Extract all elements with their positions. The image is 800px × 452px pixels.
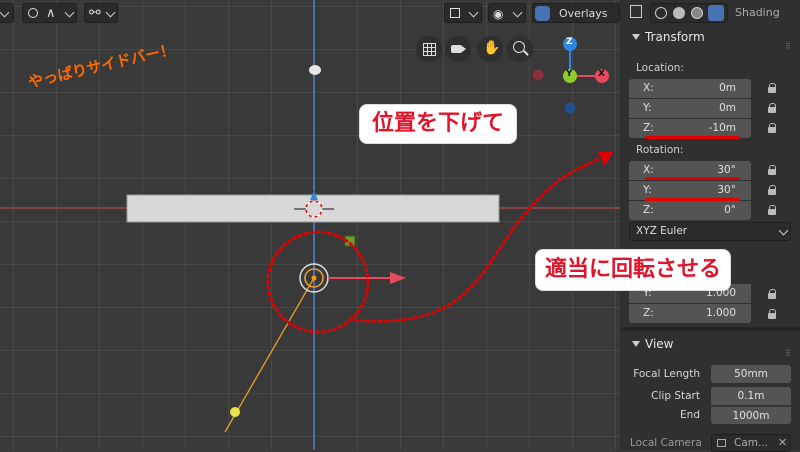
eye-gizmo-icon: ◉ (493, 7, 504, 21)
camera-icon (451, 45, 462, 53)
drag-handle-icon[interactable]: ⠿ (785, 341, 792, 367)
clear-icon[interactable]: ✕ (778, 435, 787, 451)
collapse-arrow-icon (632, 341, 640, 347)
wireframe-shading-icon[interactable] (655, 7, 667, 19)
rotation-mode-select[interactable]: XYZ Euler (629, 222, 791, 241)
object-types-visibility-dropdown[interactable] (444, 3, 482, 23)
annotation-arrowhead (598, 152, 613, 166)
rotation-mode-value: XYZ Euler (636, 225, 688, 237)
x-move-arrowhead (390, 272, 406, 284)
overlays-label: Overlays (559, 7, 608, 20)
grid-icon (423, 43, 436, 56)
field-value: 0° (724, 204, 736, 216)
lock-scale-z-icon[interactable] (768, 309, 776, 319)
light-object (309, 65, 321, 75)
camera-icon (717, 439, 726, 447)
overlays-dropdown[interactable]: Overlays (532, 3, 620, 23)
lock-rotation-x-icon[interactable] (768, 165, 776, 175)
pan-view-button[interactable]: ✋ (477, 36, 503, 62)
gizmo-z-label: Z (566, 37, 573, 47)
rotation-z-field[interactable]: Z: 0° (629, 201, 751, 220)
scale-z-field[interactable]: Z: 1.000 (629, 304, 751, 323)
falloff-icon: ∧ (46, 6, 56, 21)
field-value: 1.000 (705, 307, 736, 319)
snap-dropdown[interactable]: ∧ (22, 3, 77, 23)
pivot-icon (28, 8, 38, 18)
lock-scale-y-icon[interactable] (768, 289, 776, 299)
gizmo-dropdown[interactable]: ◉ (488, 3, 526, 23)
axis-label: Z: (643, 204, 654, 216)
annotation-curved-arrow (353, 156, 602, 323)
shading-dropdown-label[interactable]: Shading (735, 6, 780, 19)
gizmo-neg-x-handle (532, 69, 544, 81)
lock-location-x-icon[interactable] (768, 83, 776, 93)
local-camera-field[interactable]: Cam... ✕ (711, 434, 791, 452)
focal-length-field[interactable]: 50mm (711, 365, 791, 383)
view-title: View (645, 337, 674, 351)
axis-label: Z: (643, 307, 654, 319)
local-camera-value: Cam... (734, 437, 769, 449)
clip-end-label: End (680, 409, 700, 421)
view-section-header[interactable]: View ⠿ (620, 331, 800, 358)
location-y-field[interactable]: Y: 0m (629, 99, 751, 118)
lock-location-z-icon[interactable] (768, 123, 776, 133)
annotation-dotted-circle (266, 230, 370, 334)
field-value: 0m (719, 102, 736, 114)
gizmo-neg-z-handle (564, 102, 576, 114)
camera-target-point (230, 407, 240, 417)
clip-end-field[interactable]: 1000m (711, 406, 791, 424)
shading-modes[interactable] (650, 3, 728, 23)
snapping-dropdown[interactable]: ⚯ (84, 3, 118, 23)
annotation-underline-location-z (645, 136, 740, 139)
toggle-grid-view-button[interactable] (416, 36, 442, 62)
axis-label: X: (643, 82, 654, 94)
callout-rotate: 適当に回転させる (536, 250, 731, 290)
lock-rotation-z-icon[interactable] (768, 205, 776, 215)
3d-viewport[interactable]: ∧ ⚯ ◉ Overlays ✋ Z Y X やっぱりサイドバー！ (0, 0, 620, 450)
chevron-down-icon (778, 225, 789, 236)
callout-lower-position: 位置を下げて (360, 105, 517, 143)
field-value: 0m (719, 82, 736, 94)
hand-icon: ✋ (483, 40, 501, 56)
clip-start-field[interactable]: 0.1m (711, 387, 791, 405)
location-label: Location: (636, 62, 684, 74)
overlays-icon (535, 6, 550, 21)
rotation-label: Rotation: (636, 144, 684, 156)
annotation-underline-rotation-y (645, 198, 740, 201)
magnet-icon: ⚯ (89, 5, 101, 21)
transform-title: Transform (645, 30, 705, 44)
gizmo-x-label: X (598, 69, 605, 79)
camera-view-button[interactable] (445, 36, 471, 62)
mode-dropdown[interactable] (0, 3, 14, 23)
local-camera-label: Local Camera (630, 437, 702, 449)
rendered-shading-icon[interactable] (708, 5, 724, 21)
axis-label: Y: (643, 102, 652, 114)
clip-start-label: Clip Start (651, 390, 700, 402)
lock-rotation-y-icon[interactable] (768, 185, 776, 195)
collapse-arrow-icon (632, 34, 640, 40)
viewport-shading-icon[interactable] (630, 5, 642, 18)
box-icon (450, 8, 460, 18)
annotation-underline-rotation-x (645, 177, 740, 180)
lock-location-y-icon[interactable] (768, 103, 776, 113)
material-shading-icon[interactable] (691, 7, 703, 19)
focal-length-label: Focal Length (633, 368, 700, 380)
location-x-field[interactable]: X: 0m (629, 79, 751, 98)
solid-shading-icon[interactable] (673, 7, 685, 19)
gizmo-y-label: Y (566, 69, 573, 79)
transform-section-header[interactable]: Transform ⠿ (620, 24, 800, 51)
